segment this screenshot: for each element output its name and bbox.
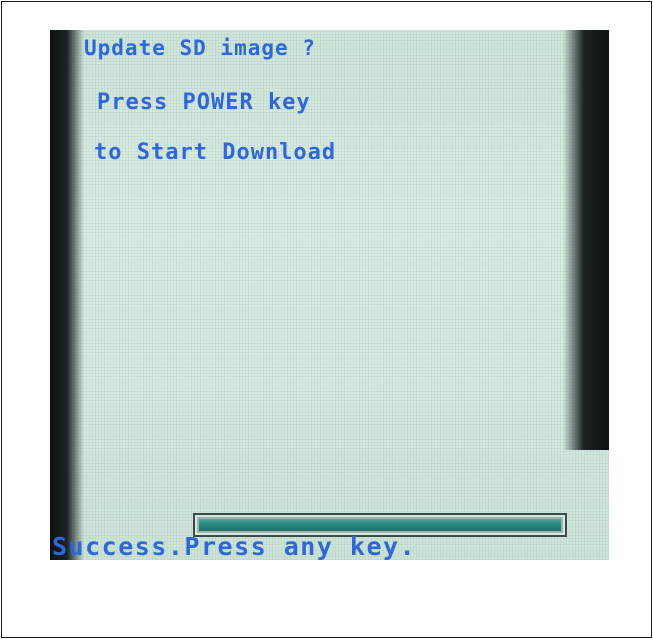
download-progress-fill <box>199 519 561 531</box>
status-message: Success.Press any key. <box>52 532 417 561</box>
prompt-update-line: Update SD image ? <box>84 36 316 60</box>
prompt-power-key-line: Press POWER key <box>97 90 311 115</box>
prompt-start-download-line: to Start Download <box>94 140 337 165</box>
figure-frame: Update SD image ? Press POWER key to Sta… <box>1 1 652 638</box>
device-bezel-right <box>563 30 609 450</box>
device-bezel-left <box>50 30 84 560</box>
